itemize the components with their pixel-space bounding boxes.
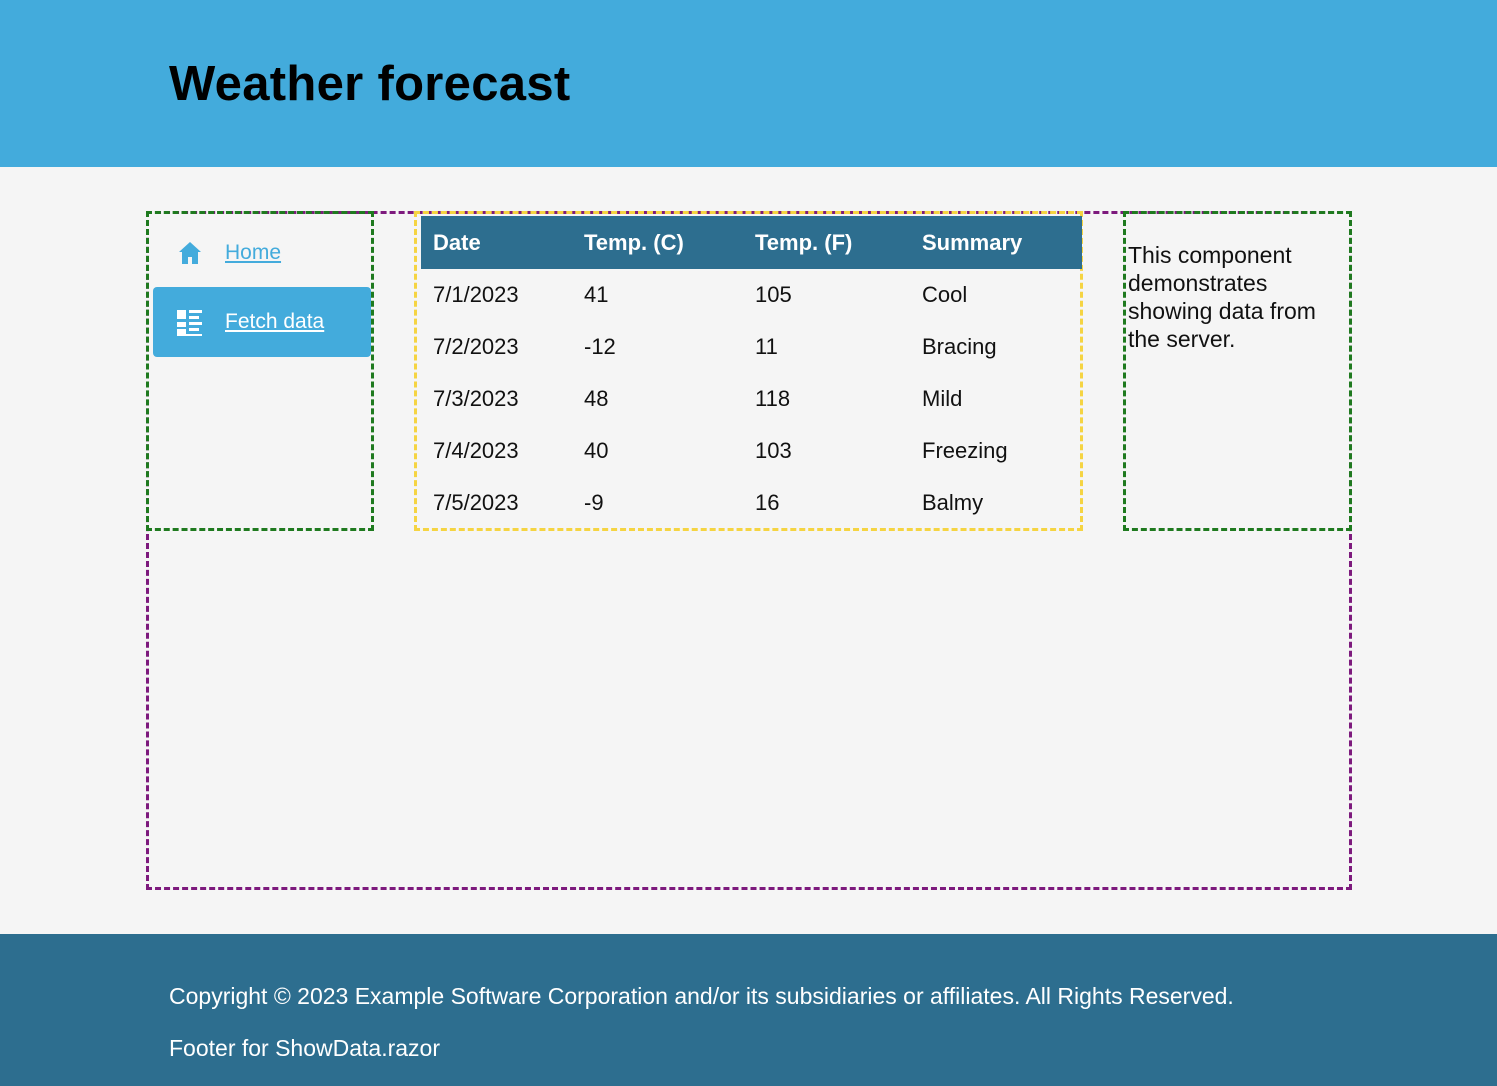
cell-temp-f: 118: [755, 386, 791, 411]
cell-summary: Freezing: [922, 438, 1008, 463]
cell-temp-f: 105: [755, 282, 792, 307]
cell-temp-f: 16: [755, 490, 780, 515]
cell-summary: Mild: [922, 386, 963, 411]
cell-temp-c: 41: [584, 282, 609, 307]
cell-summary: Cool: [922, 282, 968, 307]
column-header-temp-c: Temp. (C): [584, 229, 684, 255]
table-row: 7/3/2023 48 118 Mild: [421, 373, 1082, 425]
cell-temp-c: -12: [584, 334, 616, 359]
cell-temp-f: 11: [755, 334, 778, 359]
header-bar: Weather forecast: [0, 0, 1497, 167]
cell-date: 7/4/2023: [433, 438, 519, 463]
table-row: 7/1/2023 41 105 Cool: [421, 269, 1082, 321]
page-title: Weather forecast: [169, 57, 571, 111]
footer-copyright: Copyright © 2023 Example Software Corpor…: [169, 983, 1234, 1009]
cell-summary: Bracing: [922, 334, 997, 359]
column-header-date: Date: [433, 229, 481, 255]
column-header-summary: Summary: [922, 229, 1023, 255]
footer-note: Footer for ShowData.razor: [169, 1035, 441, 1061]
cell-date: 7/1/2023: [433, 282, 519, 307]
table-row: 7/5/2023 -9 16 Balmy: [421, 477, 1082, 529]
cell-temp-f: 103: [755, 438, 792, 463]
forecast-table: Date Temp. (C) Temp. (F) Summary 7/1/202…: [421, 216, 1082, 529]
nav-item-fetch-data[interactable]: Fetch data: [153, 287, 371, 357]
info-panel: This component demonstrates showing data…: [1123, 211, 1352, 531]
table-row: 7/4/2023 40 103 Freezing: [421, 425, 1082, 477]
table-header-row: Date Temp. (C) Temp. (F) Summary: [421, 216, 1082, 269]
cell-temp-c: 48: [584, 386, 609, 411]
nav-item-label[interactable]: Home: [225, 241, 281, 265]
nav-item-label[interactable]: Fetch data: [225, 310, 324, 334]
cell-date: 7/2/2023: [433, 334, 519, 359]
cell-summary: Balmy: [922, 490, 984, 515]
cell-date: 7/5/2023: [433, 490, 519, 515]
column-header-temp-f: Temp. (F): [755, 229, 853, 255]
home-icon: [179, 242, 201, 264]
list-icon: [177, 310, 202, 336]
nav-item-home[interactable]: Home: [153, 218, 371, 288]
cell-temp-c: -9: [584, 490, 604, 515]
forecast-table-container: Date Temp. (C) Temp. (F) Summary 7/1/202…: [414, 211, 1083, 531]
nav-menu: Home Fetch data: [146, 211, 374, 531]
table-row: 7/2/2023 -12 11 Bracing: [421, 321, 1082, 373]
cell-date: 7/3/2023: [433, 386, 519, 411]
cell-temp-c: 40: [584, 438, 609, 463]
info-text: This component demonstrates showing data…: [1128, 242, 1316, 352]
footer-bar: Copyright © 2023 Example Software Corpor…: [0, 934, 1497, 1086]
